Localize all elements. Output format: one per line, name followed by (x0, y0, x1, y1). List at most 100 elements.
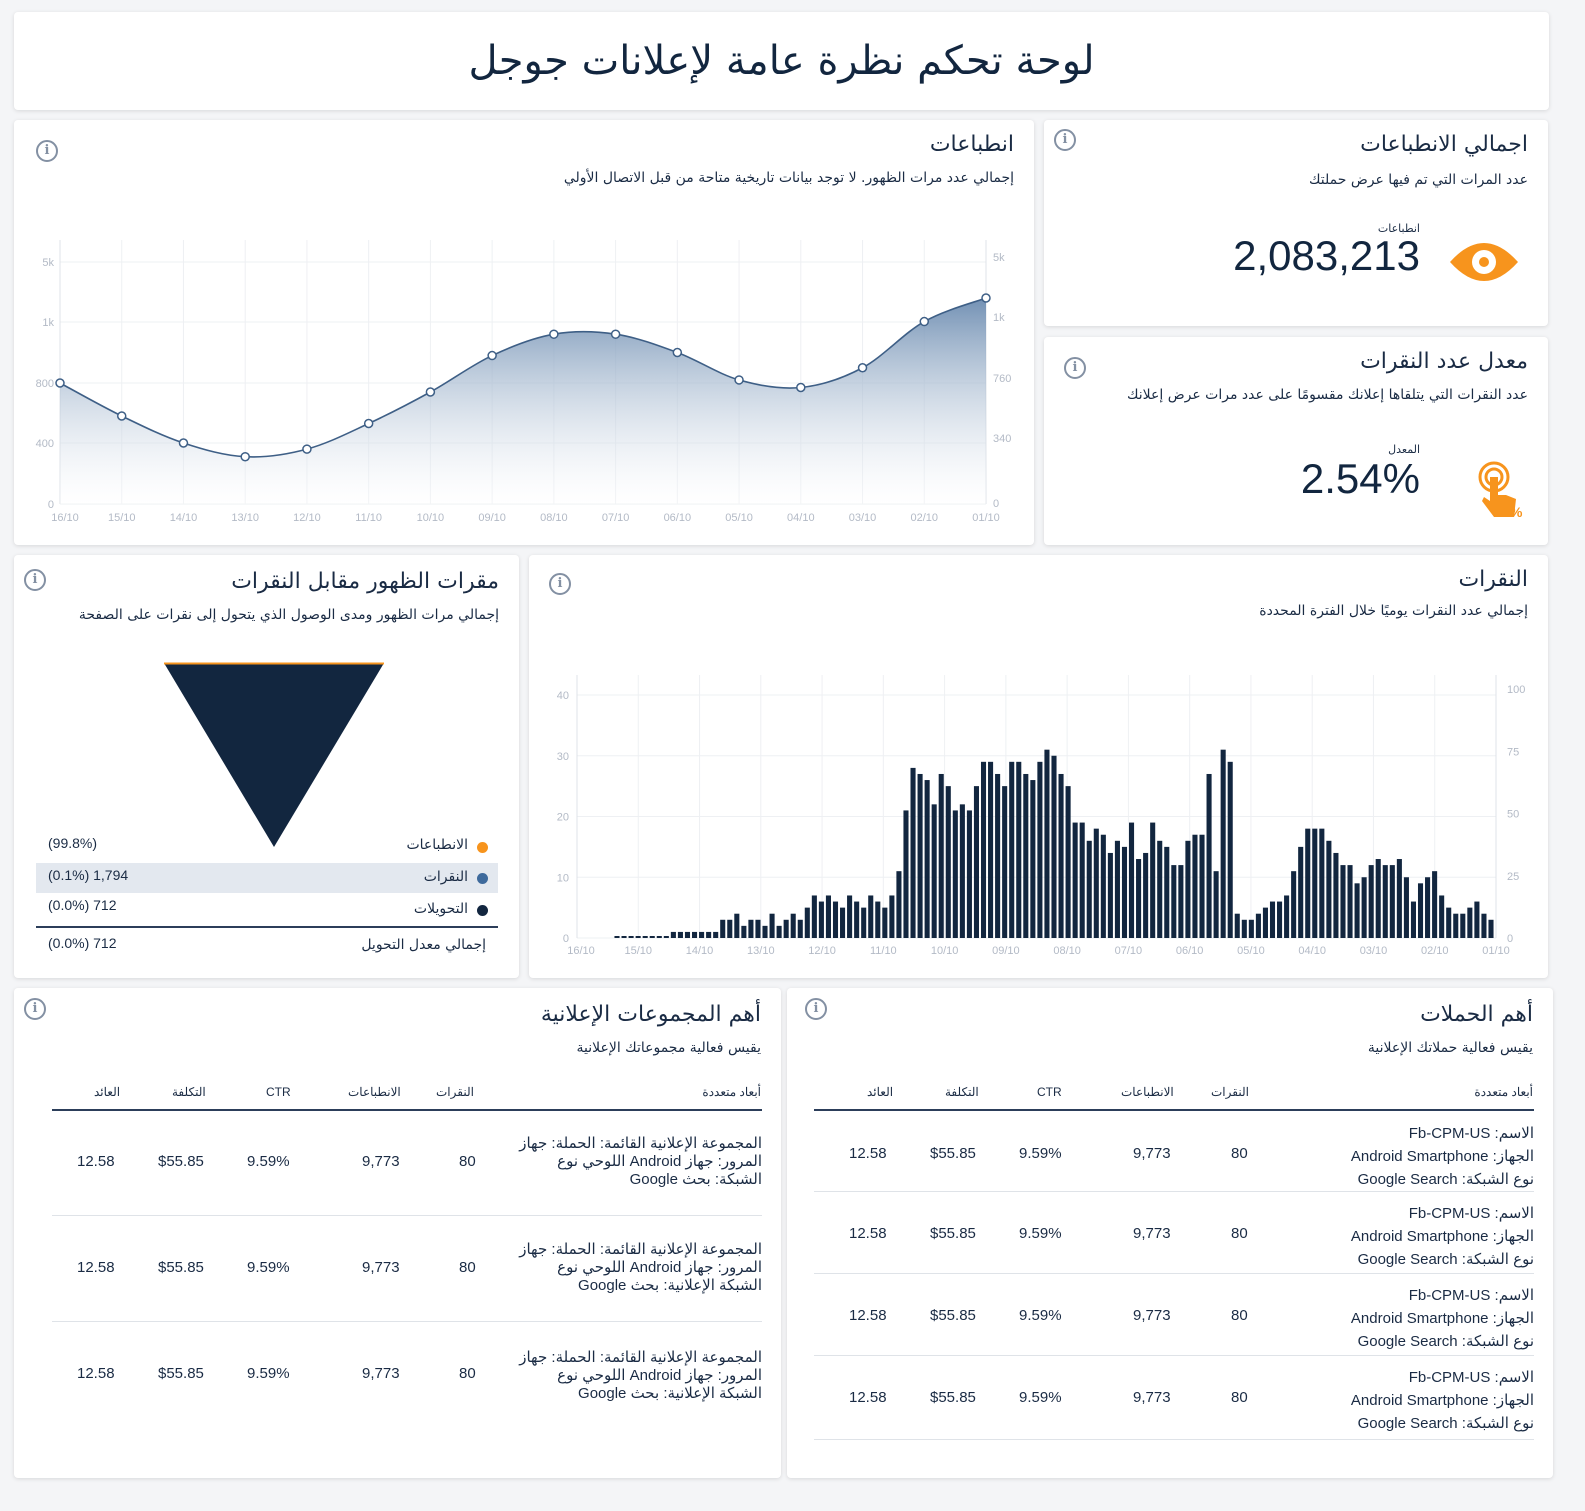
x-tick-label: 09/10 (478, 512, 506, 524)
bar (931, 804, 937, 938)
bar (896, 871, 902, 938)
bar (1241, 919, 1247, 938)
x-tick-label: 15/10 (625, 945, 653, 957)
y-tick-label-right: 5k (993, 252, 1005, 264)
clicks-bar-chart: 0 0 10 25 20 50 30 75 40 100 16/10 15/10 14/10 13/10 1… (557, 675, 1525, 957)
svg-text:%: % (1510, 504, 1523, 520)
cell-revenue: 12.58 (77, 1153, 115, 1170)
bar (861, 907, 867, 938)
info-icon[interactable]: i (1064, 357, 1086, 379)
card-subtitle: إجمالي مرات الظهور ومدى الوصول الذي يتحو… (78, 607, 499, 623)
cell-cost: $55.85 (930, 1225, 976, 1242)
x-tick-label: 07/10 (602, 512, 630, 524)
bar (797, 919, 803, 938)
data-point (116, 411, 127, 421)
x-tick-label: 16/10 (567, 945, 595, 957)
card-title: أهم المجموعات الإعلانية (540, 1002, 761, 1027)
info-icon[interactable]: i (24, 569, 46, 591)
funnel-card: i مقرات الظهور مقابل النقرات إجمالي مرات… (14, 555, 519, 978)
dim-line: الشبكة الإعلانية: بحث Google (578, 1385, 762, 1402)
cell-revenue: 12.58 (849, 1307, 887, 1324)
col-header-dimensions[interactable]: أبعاد متعددة (702, 1085, 761, 1099)
cell-clicks: 80 (1231, 1389, 1248, 1406)
y-tick-label-right: 50 (1507, 809, 1519, 821)
cell-cost: $55.85 (158, 1153, 204, 1170)
row-dimensions: الاسم: Fb-CPM-US الجهاز: Android Smartph… (1274, 1284, 1534, 1353)
card-title: أهم الحملات (1420, 1002, 1533, 1027)
col-header-impressions[interactable]: الانطباعات (1121, 1085, 1174, 1099)
cell-impressions: 9,773 (362, 1365, 400, 1382)
bar (1319, 828, 1325, 938)
cell-ctr: 9.59% (1019, 1145, 1062, 1162)
dim-line: الشبكة الإعلانية: بحث Google (578, 1277, 762, 1294)
dim-line: نوع الشبكة: Google Search (1357, 1251, 1534, 1268)
table-row[interactable]: الاسم: Fb-CPM-US الجهاز: Android Smartph… (814, 1356, 1534, 1440)
bar (1481, 913, 1487, 938)
y-tick-label-left: 5k (42, 257, 54, 269)
info-icon[interactable]: i (1054, 129, 1076, 151)
bar (1460, 913, 1466, 938)
bar (1072, 822, 1078, 938)
x-tick-label: 12/10 (293, 512, 321, 524)
bar (1227, 761, 1233, 938)
cell-ctr: 9.59% (247, 1365, 290, 1382)
bar (1368, 865, 1374, 938)
y-tick-label-left: 30 (557, 751, 569, 763)
y-tick-label-right: 25 (1507, 871, 1519, 883)
table-row[interactable]: الاسم: Fb-CPM-US الجهاز: Android Smartph… (814, 1192, 1534, 1274)
col-header-revenue[interactable]: العائد (94, 1085, 120, 1099)
info-icon[interactable]: i (805, 998, 827, 1020)
col-header-dimensions[interactable]: أبعاد متعددة (1474, 1085, 1533, 1099)
data-point (178, 438, 189, 448)
table-row[interactable]: المجموعة الإعلانية القائمة: الحملة: جهاز… (52, 1216, 762, 1322)
bar (1305, 828, 1311, 938)
bar (670, 931, 676, 938)
funnel-label: التحويلات (413, 901, 468, 917)
dim-line: نوع الشبكة: Google Search (1357, 1333, 1534, 1350)
dim-line: المرور: جهاز Android اللوحي نوع (557, 1259, 762, 1276)
area-fill (60, 298, 986, 504)
y-tick-label-left: 0 (563, 933, 569, 945)
bar (1065, 786, 1071, 938)
table-row[interactable]: الاسم: Fb-CPM-US الجهاز: Android Smartph… (814, 1110, 1534, 1192)
impressions-area-chart: 0 0 400 340 800 760 1k 1k 5k 5k 16/10 15/10 14/10 13/… (36, 240, 1011, 524)
bar (818, 901, 824, 938)
bar (1171, 865, 1177, 938)
bar (1143, 852, 1149, 938)
col-header-ctr[interactable]: CTR (266, 1085, 291, 1099)
bar (1079, 822, 1085, 938)
row-dimensions: الاسم: Fb-CPM-US الجهاز: Android Smartph… (1274, 1366, 1534, 1435)
col-header-clicks[interactable]: النقرات (436, 1085, 474, 1099)
y-tick-label-left: 0 (48, 499, 54, 511)
col-header-revenue[interactable]: العائد (867, 1085, 893, 1099)
cell-clicks: 80 (1231, 1225, 1248, 1242)
bar (1291, 871, 1297, 938)
cell-clicks: 80 (1231, 1307, 1248, 1324)
bar (734, 913, 740, 938)
cell-impressions: 9,773 (1133, 1389, 1171, 1406)
dim-line: الجهاز: Android Smartphone (1350, 1392, 1534, 1409)
data-point (302, 444, 312, 454)
col-header-ctr[interactable]: CTR (1037, 1085, 1062, 1099)
cell-revenue: 12.58 (849, 1389, 887, 1406)
card-subtitle: عدد النقرات التي يتلقاها إعلانك مقسومًا … (1126, 387, 1528, 403)
metric-value: 2.54% (1300, 455, 1420, 502)
col-header-cost[interactable]: التكلفة (172, 1085, 206, 1099)
col-header-impressions[interactable]: الانطباعات (348, 1085, 401, 1099)
dim-line: الاسم: Fb-CPM-US (1408, 1287, 1534, 1304)
bar (1269, 901, 1276, 938)
info-icon[interactable]: i (24, 998, 46, 1020)
col-header-clicks[interactable]: النقرات (1211, 1085, 1249, 1099)
bar (663, 936, 669, 938)
table-row[interactable]: المجموعة الإعلانية القائمة: الحملة: جهاز… (52, 1322, 762, 1428)
bar (1128, 822, 1135, 938)
funnel-row-conversions: (0.0%) 712 التحويلات (36, 895, 498, 925)
bar (980, 761, 987, 938)
table-row[interactable]: الاسم: Fb-CPM-US الجهاز: Android Smartph… (814, 1274, 1534, 1356)
x-tick-label: 08/10 (540, 512, 568, 524)
bar (1467, 907, 1473, 938)
table-row[interactable]: المجموعة الإعلانية القائمة: الحملة: جهاز… (52, 1110, 762, 1216)
bar (656, 936, 662, 938)
y-tick-label-left: 400 (36, 438, 54, 450)
col-header-cost[interactable]: التكلفة (945, 1085, 979, 1099)
